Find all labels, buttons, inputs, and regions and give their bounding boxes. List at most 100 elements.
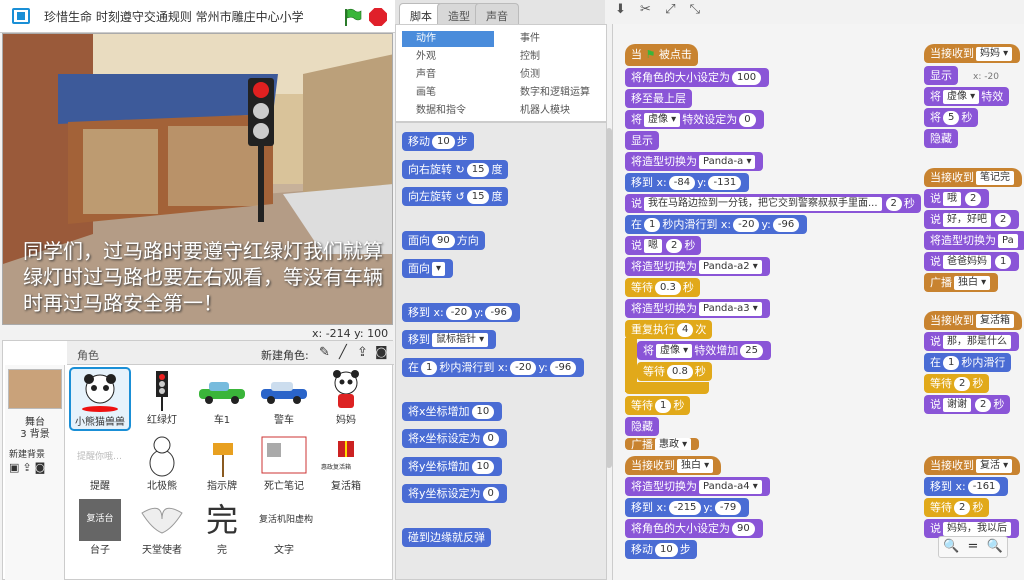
block-switch-costume[interactable]: 将造型切换为 Pa bbox=[924, 231, 1024, 250]
paint-sprite-icon[interactable]: ✎ bbox=[319, 345, 330, 360]
zoom-out-icon[interactable]: 🔍 bbox=[943, 539, 959, 554]
sprite-traffic-light[interactable]: 红绿灯 bbox=[131, 367, 193, 431]
block-broadcast[interactable]: 广播 惠政 ▾ bbox=[625, 438, 700, 450]
block-goto-xy[interactable]: 移到 x: -215 y: -79 bbox=[625, 498, 750, 517]
stage[interactable]: 同学们，过马路时要遵守红绿灯我们就算绿灯时过马路也要左右观看，等没有车辆时再过马… bbox=[2, 33, 393, 325]
block-change-y[interactable]: 将y坐标增加 10 bbox=[402, 457, 503, 476]
text-input[interactable]: 谢谢 bbox=[943, 398, 971, 412]
num-input[interactable]: 2 bbox=[885, 197, 902, 211]
num-input[interactable]: 2 bbox=[954, 501, 971, 515]
block-wait[interactable]: 等待 2 秒 bbox=[924, 498, 990, 517]
category-control[interactable]: 控制 bbox=[506, 49, 602, 65]
category-robot[interactable]: 机器人模块 bbox=[506, 103, 602, 119]
num-input[interactable]: -215 bbox=[668, 501, 702, 515]
dropdown[interactable]: 复活箱 bbox=[976, 314, 1014, 328]
block-set-size[interactable]: 将角色的大小设定为 100 bbox=[625, 68, 770, 87]
text-input[interactable]: 那，那是什么 bbox=[943, 335, 1011, 349]
text-input[interactable]: 妈妈，我以后 bbox=[943, 522, 1011, 536]
sprite-panda[interactable]: 小熊猫兽兽 bbox=[69, 367, 131, 431]
block-repeat[interactable]: 重复执行 4 次 bbox=[625, 320, 713, 339]
block-say-for[interactable]: 说我在马路边捡到一分钱，把它交到警察叔叔手里面... 2 秒 bbox=[625, 194, 921, 213]
block-change-effect[interactable]: 将虚像 ▾ 特效增加 25 bbox=[637, 341, 771, 360]
num-input[interactable]: -161 bbox=[967, 480, 1001, 494]
block-set-size[interactable]: 将角色的大小设定为 90 bbox=[625, 519, 763, 538]
category-operators[interactable]: 数字和逻辑运算 bbox=[506, 85, 602, 101]
category-pen[interactable]: 画笔 bbox=[402, 85, 494, 101]
text-input[interactable]: 好，好吧 bbox=[943, 213, 991, 227]
block-show[interactable]: 显示 bbox=[924, 66, 958, 85]
num-input[interactable]: 1 bbox=[943, 356, 960, 370]
block-goto-xy[interactable]: 移到 x: -20 y: -96 bbox=[402, 303, 520, 322]
block-hide[interactable]: 隐藏 bbox=[625, 417, 659, 436]
block-broadcast[interactable]: 广播 独白 ▾ bbox=[924, 273, 999, 292]
block-say-for[interactable]: 说爸爸妈妈 1 bbox=[924, 252, 1020, 271]
num-input[interactable]: -20 bbox=[445, 306, 473, 320]
hat-receive-revive2[interactable]: 当接收到 复活 ▾ bbox=[924, 456, 1021, 475]
cut-icon[interactable]: ✂ bbox=[640, 2, 651, 17]
dropdown[interactable]: 妈妈 ▾ bbox=[976, 47, 1013, 61]
block-say-for[interactable]: 说哦2 bbox=[924, 189, 990, 208]
hat-receive-revive[interactable]: 当接收到 复活箱 bbox=[924, 311, 1022, 330]
category-sensing[interactable]: 侦测 bbox=[506, 67, 602, 83]
text-input[interactable]: 爸爸妈妈 bbox=[943, 255, 991, 269]
num-input[interactable]: 100 bbox=[732, 71, 762, 85]
dropdown[interactable]: 独白 ▾ bbox=[954, 276, 991, 290]
dropdown[interactable]: 虚像 ▾ bbox=[943, 90, 980, 104]
sprite-reminder[interactable]: 提醒你哦… 提醒 bbox=[69, 433, 131, 497]
dropdown[interactable]: ▾ bbox=[432, 262, 446, 276]
hat-receive[interactable]: 当接收到 独白 ▾ bbox=[625, 456, 722, 475]
block-wait[interactable]: 等待 0.3 秒 bbox=[625, 278, 700, 297]
block-goto-xy[interactable]: 移到 x: -161 bbox=[924, 477, 1009, 496]
sprite-police-car[interactable]: 警车 bbox=[253, 367, 315, 431]
block-wait[interactable]: 等待 0.8 秒 bbox=[637, 362, 712, 381]
sprite-death-note[interactable]: 死亡笔记 bbox=[253, 433, 315, 497]
block-move[interactable]: 移动 10 步 bbox=[402, 132, 474, 151]
category-looks[interactable]: 外观 bbox=[402, 49, 494, 65]
num-input[interactable]: 2 bbox=[975, 398, 992, 412]
num-input[interactable]: 2 bbox=[965, 192, 982, 206]
stamp-icon[interactable]: ⬇ bbox=[615, 2, 626, 17]
block-change-effect[interactable]: 将5秒 bbox=[924, 108, 979, 127]
sprite-revive-box[interactable]: 惠政复活箱 复活箱 bbox=[315, 433, 377, 497]
num-input[interactable]: -131 bbox=[708, 176, 742, 190]
dropdown[interactable]: 独白 ▾ bbox=[677, 459, 714, 473]
dropdown[interactable]: Panda-a4 ▾ bbox=[699, 480, 762, 494]
block-show[interactable]: 显示 bbox=[625, 131, 659, 150]
block-say-for[interactable]: 说嗯2秒 bbox=[625, 236, 702, 255]
dropdown[interactable]: 笔记完 bbox=[976, 171, 1014, 185]
block-goto-xy[interactable]: 移到 x: -84 y: -131 bbox=[625, 173, 750, 192]
num-input[interactable]: 10 bbox=[432, 135, 455, 149]
block-change-x[interactable]: 将x坐标增加 10 bbox=[402, 402, 503, 421]
block-goto-target[interactable]: 移到 鼠标指针 ▾ bbox=[402, 330, 497, 349]
dropdown[interactable]: Panda-a ▾ bbox=[699, 155, 756, 169]
script-area[interactable]: 当 ⚑ 被点击 将角色的大小设定为 100 移至最上层 将虚像 ▾ 特效设定为 0 显… bbox=[612, 24, 1024, 580]
block-say[interactable]: 说那，那是什么 bbox=[924, 332, 1019, 351]
dropdown[interactable]: 虚像 ▾ bbox=[644, 113, 681, 127]
grow-icon[interactable]: ⤢ bbox=[665, 2, 675, 17]
block-glide[interactable]: 在 1 秒内滑行 bbox=[924, 353, 1012, 372]
num-input[interactable]: 1 bbox=[655, 399, 672, 413]
num-input[interactable]: 1 bbox=[644, 218, 661, 232]
num-input[interactable]: 4 bbox=[677, 323, 694, 337]
block-hide[interactable]: 隐藏 bbox=[924, 129, 958, 148]
block-set-y[interactable]: 将y坐标设定为 0 bbox=[402, 484, 507, 503]
num-input[interactable]: 2 bbox=[954, 377, 971, 391]
num-input[interactable]: -96 bbox=[549, 361, 577, 375]
block-say-for[interactable]: 说谢谢 2 秒 bbox=[924, 395, 1011, 414]
project-title[interactable]: 珍惜生命 时刻遵守交通规则 常州市雕庄中心小学 bbox=[44, 8, 326, 25]
sprite-signpost[interactable]: 指示牌 bbox=[191, 433, 253, 497]
block-switch-costume[interactable]: 将造型切换为 Panda-a4 ▾ bbox=[625, 477, 770, 496]
hat-green-flag[interactable]: 当 ⚑ 被点击 bbox=[625, 44, 698, 66]
sprite-mama[interactable]: 妈妈 bbox=[315, 367, 377, 431]
num-input[interactable]: 15 bbox=[466, 190, 490, 204]
block-turn-right[interactable]: 向右旋转 ↻ 15 度 bbox=[402, 160, 509, 179]
num-input[interactable]: 15 bbox=[466, 163, 490, 177]
text-input[interactable]: 哦 bbox=[943, 192, 961, 206]
num-input[interactable]: 1 bbox=[421, 361, 438, 375]
block-switch-costume[interactable]: 将造型切换为 Panda-a2 ▾ bbox=[625, 257, 770, 276]
zoom-in-icon[interactable]: 🔍 bbox=[987, 539, 1003, 554]
block-point-towards[interactable]: 面向 ▾ bbox=[402, 259, 454, 278]
dropdown[interactable]: 复活 ▾ bbox=[976, 459, 1013, 473]
num-input[interactable]: 10 bbox=[655, 543, 678, 557]
block-glide[interactable]: 在 1 秒内滑行到 x: -20 y: -96 bbox=[402, 358, 585, 377]
